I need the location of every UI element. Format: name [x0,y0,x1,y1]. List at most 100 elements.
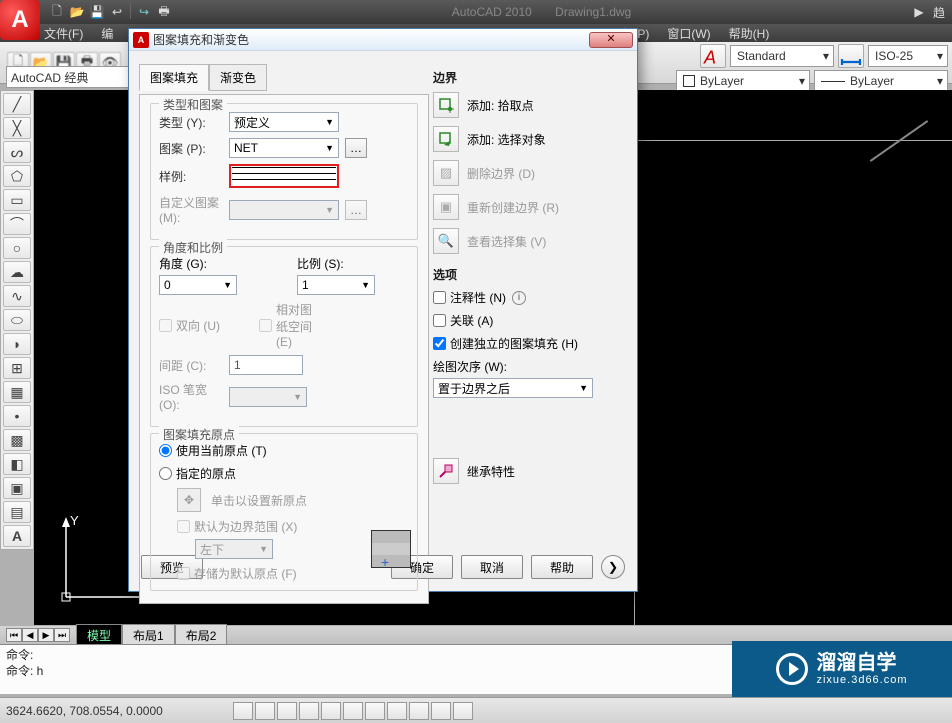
app-menu-button[interactable]: A [0,0,40,48]
polygon-icon[interactable]: ⬠ [3,165,31,187]
tab-next-icon[interactable]: ▶ [38,628,54,642]
status-toggle[interactable] [431,702,451,720]
custom-pattern-browse: … [345,200,367,220]
tab-last-icon[interactable]: ⏭ [54,628,70,642]
color-combo[interactable]: ByLayer▾ [676,70,810,92]
point-icon[interactable]: • [3,405,31,427]
line-icon[interactable]: ╱ [3,93,31,115]
search-arrow-icon[interactable]: ▶ [910,3,928,21]
quick-access-toolbar: 🗋 📂 💾 ↩ ↪ 🖶 AutoCAD 2010 Drawing1.dwg ▶ … [0,0,952,24]
ellipse-icon[interactable]: ⬭ [3,309,31,331]
angle-select[interactable]: 0▼ [159,275,237,295]
status-toggle[interactable] [255,702,275,720]
use-current-origin-radio[interactable] [159,444,172,457]
store-default-checkbox [177,567,190,580]
block-create-icon[interactable]: ▦ [3,381,31,403]
linetype-combo[interactable]: ByLayer▾ [814,70,948,92]
status-toggle[interactable] [387,702,407,720]
boundary-heading: 边界 [433,69,613,86]
title-bar: AutoCAD 2010 Drawing1.dwg [177,5,906,19]
polyline-icon[interactable]: ᔕ [3,141,31,163]
default-extents-checkbox [177,520,190,533]
info-icon[interactable]: i [512,291,526,305]
status-toggle[interactable] [299,702,319,720]
pattern-label: 图案 (P): [159,140,223,157]
arc-icon[interactable]: ⌒ [3,213,31,235]
status-bar: 3624.6620, 708.0554, 0.0000 [0,697,952,723]
type-select[interactable]: 预定义▼ [229,112,339,132]
status-toggle[interactable] [453,702,473,720]
save-icon[interactable]: 💾 [88,3,106,21]
dimstyle-combo[interactable]: ISO-25▾ [868,45,948,67]
cancel-button[interactable]: 取消 [461,555,523,579]
menu-window[interactable]: 窗口(W) [667,25,710,42]
menu-edit[interactable]: 编 [101,25,113,42]
menu-file[interactable]: 文件(F) [44,25,83,42]
print-icon[interactable]: 🖶 [155,3,173,21]
draw-order-select[interactable]: 置于边界之后▼ [433,378,593,398]
help-button[interactable]: 帮助 [531,555,593,579]
region-icon[interactable]: ▣ [3,477,31,499]
group-origin: 图案填充原点 使用当前原点 (T) 指定的原点 ✥ 单击以设置新原点 默认为边界… [150,433,418,591]
dialog-title: 图案填充和渐变色 [153,31,585,48]
ellipse-arc-icon[interactable]: ◗ [3,333,31,355]
sample-swatch[interactable] [229,164,339,188]
overflow-icon[interactable]: 趋 [930,3,948,21]
hatch-dialog: A 图案填充和渐变色 ✕ 图案填充 渐变色 类型和图案 类型 (Y): 预定义▼ [128,28,638,592]
pattern-select[interactable]: NET▼ [229,138,339,158]
hatch-icon[interactable]: ▩ [3,429,31,451]
tab-prev-icon[interactable]: ◀ [22,628,38,642]
tab-layout2[interactable]: 布局2 [175,624,228,646]
redo-icon[interactable]: ↪ [135,3,153,21]
rectangle-icon[interactable]: ▭ [3,189,31,211]
independent-hatch-checkbox[interactable] [433,337,446,350]
scale-select[interactable]: 1▼ [297,275,375,295]
tab-gradient[interactable]: 渐变色 [209,64,267,91]
open-icon[interactable]: 📂 [68,3,86,21]
remove-boundaries-button: ▨ [433,160,459,186]
tab-layout1[interactable]: 布局1 [122,624,175,646]
close-button[interactable]: ✕ [589,32,633,48]
specified-origin-radio[interactable] [159,467,172,480]
table-icon[interactable]: ▤ [3,501,31,523]
svg-text:Y: Y [70,513,79,528]
spline-icon[interactable]: ∿ [3,285,31,307]
revcloud-icon[interactable]: ☁ [3,261,31,283]
scale-label: 比例 (S): [297,255,375,272]
watermark-logo: 溜溜自学 zixue.3d66.com [732,641,952,697]
associative-checkbox[interactable] [433,314,446,327]
xline-icon[interactable]: ╳ [3,117,31,139]
dimstyle-icon[interactable] [838,44,864,68]
textstyle-icon[interactable]: A [700,44,726,68]
gradient-icon[interactable]: ◧ [3,453,31,475]
status-toggle[interactable] [233,702,253,720]
circle-icon[interactable]: ○ [3,237,31,259]
expand-button[interactable]: ❯ [601,555,625,579]
inherit-properties-button[interactable] [433,458,459,484]
menu-help[interactable]: 帮助(H) [729,25,770,42]
status-toggle[interactable] [321,702,341,720]
new-icon[interactable]: 🗋 [48,3,66,21]
status-toggle[interactable] [277,702,297,720]
rel-paperspace-checkbox [259,319,272,332]
origin-pos-select: 左下▼ [195,539,273,559]
textstyle-combo[interactable]: Standard▾ [730,45,834,67]
tab-model[interactable]: 模型 [76,624,122,646]
add-pick-points-button[interactable] [433,92,459,118]
tab-first-icon[interactable]: ⏮ [6,628,22,642]
dialog-titlebar[interactable]: A 图案填充和渐变色 ✕ [129,29,637,51]
tab-hatch[interactable]: 图案填充 [139,64,209,91]
block-insert-icon[interactable]: ⊞ [3,357,31,379]
add-select-objects-button[interactable] [433,126,459,152]
status-toggle[interactable] [365,702,385,720]
status-toggle[interactable] [343,702,363,720]
status-toggle[interactable] [409,702,429,720]
custom-pattern-label: 自定义图案 (M): [159,194,223,225]
pattern-browse-button[interactable]: … [345,138,367,158]
undo-dropdown-icon[interactable]: ↩ [108,3,126,21]
drawing-rect [634,140,952,625]
double-checkbox [159,319,172,332]
mtext-icon[interactable]: A [3,525,31,547]
dialog-icon: A [133,32,149,48]
annotative-checkbox[interactable] [433,291,446,304]
